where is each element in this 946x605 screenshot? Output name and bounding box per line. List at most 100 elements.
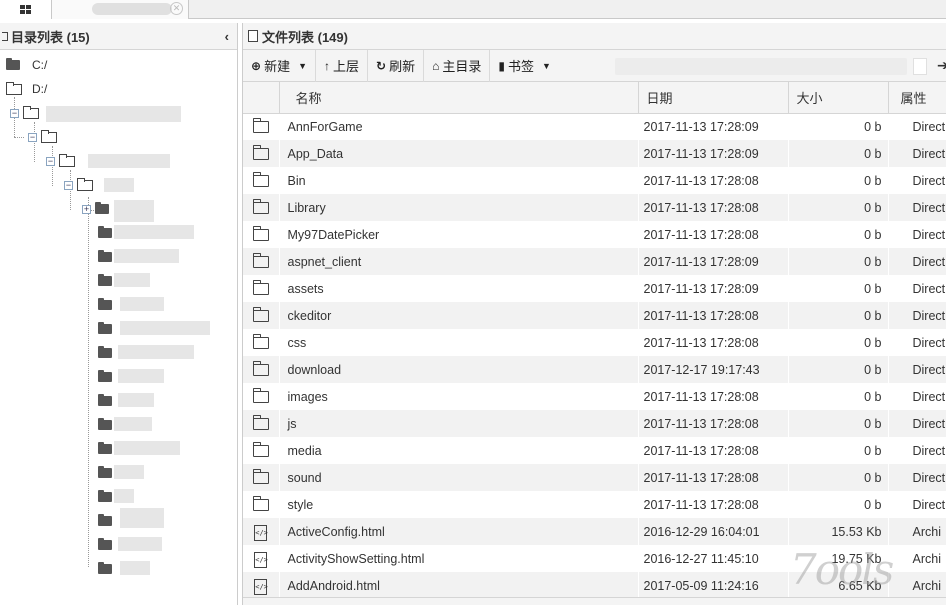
redacted-label: [114, 465, 144, 479]
path-input-redacted[interactable]: [615, 58, 907, 75]
table-row[interactable]: css 2017-11-13 17:28:08 0 b Direct: [243, 329, 946, 356]
home-directory-button[interactable]: ⌂ 主目录: [424, 49, 491, 82]
tree-node-expanded[interactable]: −: [10, 103, 39, 123]
expand-toggle-icon[interactable]: +: [82, 204, 91, 214]
refresh-button[interactable]: ↻ 刷新: [368, 49, 425, 82]
folder-open-icon: [23, 105, 39, 119]
column-header-attr[interactable]: 属性: [888, 82, 946, 114]
column-header-size[interactable]: 大小: [788, 82, 889, 114]
table-row[interactable]: App_Data 2017-11-13 17:28:09 0 b Direct: [243, 140, 946, 167]
tree-node-leaf[interactable]: [98, 511, 112, 531]
tree-node-leaf[interactable]: [98, 391, 112, 411]
file-name[interactable]: sound: [279, 464, 639, 491]
tab-close-button[interactable]: ✕: [170, 2, 183, 15]
tree-node-c-drive[interactable]: C:/: [6, 55, 47, 75]
table-row[interactable]: </> ActiveConfig.html 2016-12-29 16:04:01 1…: [243, 518, 946, 545]
bookmark-button[interactable]: ▮ 书签 ▼: [490, 50, 559, 82]
file-name[interactable]: ActivityShowSetting.html: [279, 545, 639, 572]
file-name[interactable]: ActiveConfig.html: [279, 518, 639, 545]
redacted-label: [114, 441, 180, 455]
file-date: 2017-11-13 17:28:09: [638, 248, 789, 275]
file-name[interactable]: style: [279, 491, 639, 518]
folder-icon: [252, 333, 269, 349]
file-name[interactable]: AddAndroid.html: [279, 572, 639, 599]
up-level-button[interactable]: ↑ 上层: [316, 49, 369, 82]
file-name[interactable]: ckeditor: [279, 302, 639, 329]
tree-node-leaf[interactable]: [98, 559, 112, 579]
collapse-toggle-icon[interactable]: −: [64, 180, 73, 190]
file-name[interactable]: js: [279, 410, 639, 437]
folder-outline-icon: [2, 31, 8, 41]
tree-node-leaf[interactable]: [98, 367, 112, 387]
tree-node-expanded[interactable]: −: [28, 127, 57, 147]
file-attr: Direct: [888, 113, 946, 140]
folder-icon: [95, 202, 109, 214]
file-name[interactable]: My97DatePicker: [279, 221, 639, 248]
file-name[interactable]: css: [279, 329, 639, 356]
file-attr: Direct: [888, 167, 946, 194]
table-row[interactable]: Bin 2017-11-13 17:28:08 0 b Direct: [243, 167, 946, 194]
folder-icon: [252, 495, 269, 511]
session-tab[interactable]: ✕: [52, 0, 189, 19]
tree-node-leaf[interactable]: [98, 415, 112, 435]
chevron-left-icon[interactable]: ‹: [225, 29, 229, 44]
tree-node-d-drive[interactable]: D:/: [6, 79, 47, 99]
directory-panel-header: 目录列表 (15) ‹: [0, 23, 237, 50]
file-date: 2017-11-13 17:28:08: [638, 194, 789, 221]
file-name[interactable]: App_Data: [279, 140, 639, 167]
table-row[interactable]: My97DatePicker 2017-11-13 17:28:08 0 b Dire…: [243, 221, 946, 248]
tree-node-leaf[interactable]: [98, 487, 112, 507]
table-row[interactable]: download 2017-12-17 19:17:43 0 b Direct: [243, 356, 946, 383]
tree-node-expanded[interactable]: −: [64, 175, 93, 195]
table-row[interactable]: assets 2017-11-13 17:28:09 0 b Direct: [243, 275, 946, 302]
table-row[interactable]: js 2017-11-13 17:28:08 0 b Direct: [243, 410, 946, 437]
tree-node-leaf[interactable]: [98, 319, 112, 339]
table-row[interactable]: Library 2017-11-13 17:28:08 0 b Direct: [243, 194, 946, 221]
file-toolbar: ⊕ 新建 ▼ ↑ 上层 ↻ 刷新 ⌂ 主目录 ▮ 书签 ▼ ➔: [243, 49, 946, 82]
file-name[interactable]: download: [279, 356, 639, 383]
tree-node-leaf[interactable]: [98, 295, 112, 315]
file-date: 2016-12-29 16:04:01: [638, 518, 789, 545]
file-attr: Direct: [888, 383, 946, 410]
tree-node-leaf[interactable]: [98, 271, 112, 291]
grid-menu-button[interactable]: [0, 0, 52, 19]
row-icon-cell: [243, 410, 280, 437]
table-row[interactable]: media 2017-11-13 17:28:08 0 b Direct: [243, 437, 946, 464]
table-row[interactable]: ckeditor 2017-11-13 17:28:08 0 b Direct: [243, 302, 946, 329]
redacted-label: [120, 561, 150, 575]
row-icon-cell: [243, 167, 280, 194]
html-file-icon: </>: [254, 525, 268, 541]
file-name[interactable]: Library: [279, 194, 639, 221]
table-row[interactable]: sound 2017-11-13 17:28:08 0 b Direct: [243, 464, 946, 491]
file-name[interactable]: aspnet_client: [279, 248, 639, 275]
file-name[interactable]: AnnForGame: [279, 113, 639, 140]
table-row[interactable]: style 2017-11-13 17:28:08 0 b Direct: [243, 491, 946, 518]
tree-node-expanded[interactable]: −: [46, 151, 75, 171]
table-row[interactable]: AnnForGame 2017-11-13 17:28:09 0 b Direct: [243, 113, 946, 140]
row-icon-cell: [243, 140, 280, 167]
tree-node-leaf[interactable]: [98, 343, 112, 363]
table-row[interactable]: aspnet_client 2017-11-13 17:28:09 0 b Direc…: [243, 248, 946, 275]
collapse-toggle-icon[interactable]: −: [10, 108, 19, 118]
tree-node-leaf[interactable]: [98, 463, 112, 483]
column-header-date[interactable]: 日期: [638, 82, 789, 114]
file-name[interactable]: assets: [279, 275, 639, 302]
tree-node-collapsed[interactable]: +: [82, 199, 109, 219]
tree-node-leaf[interactable]: [98, 439, 112, 459]
column-header-name[interactable]: 名称: [279, 82, 639, 114]
tree-node-leaf[interactable]: [98, 535, 112, 555]
bottom-scrollbar[interactable]: [243, 597, 946, 605]
go-arrow-icon[interactable]: ➔: [937, 57, 946, 74]
folder-icon: [252, 306, 269, 322]
file-name[interactable]: images: [279, 383, 639, 410]
file-name[interactable]: Bin: [279, 167, 639, 194]
tree-node-leaf[interactable]: [98, 247, 112, 267]
table-row[interactable]: images 2017-11-13 17:28:08 0 b Direct: [243, 383, 946, 410]
new-button[interactable]: ⊕ 新建 ▼: [243, 49, 316, 82]
file-name[interactable]: media: [279, 437, 639, 464]
collapse-toggle-icon[interactable]: −: [46, 156, 55, 166]
file-date: 2017-11-13 17:28:08: [638, 491, 789, 518]
tree-node-leaf[interactable]: [98, 223, 112, 243]
folder-icon: [98, 274, 112, 286]
collapse-toggle-icon[interactable]: −: [28, 132, 37, 142]
